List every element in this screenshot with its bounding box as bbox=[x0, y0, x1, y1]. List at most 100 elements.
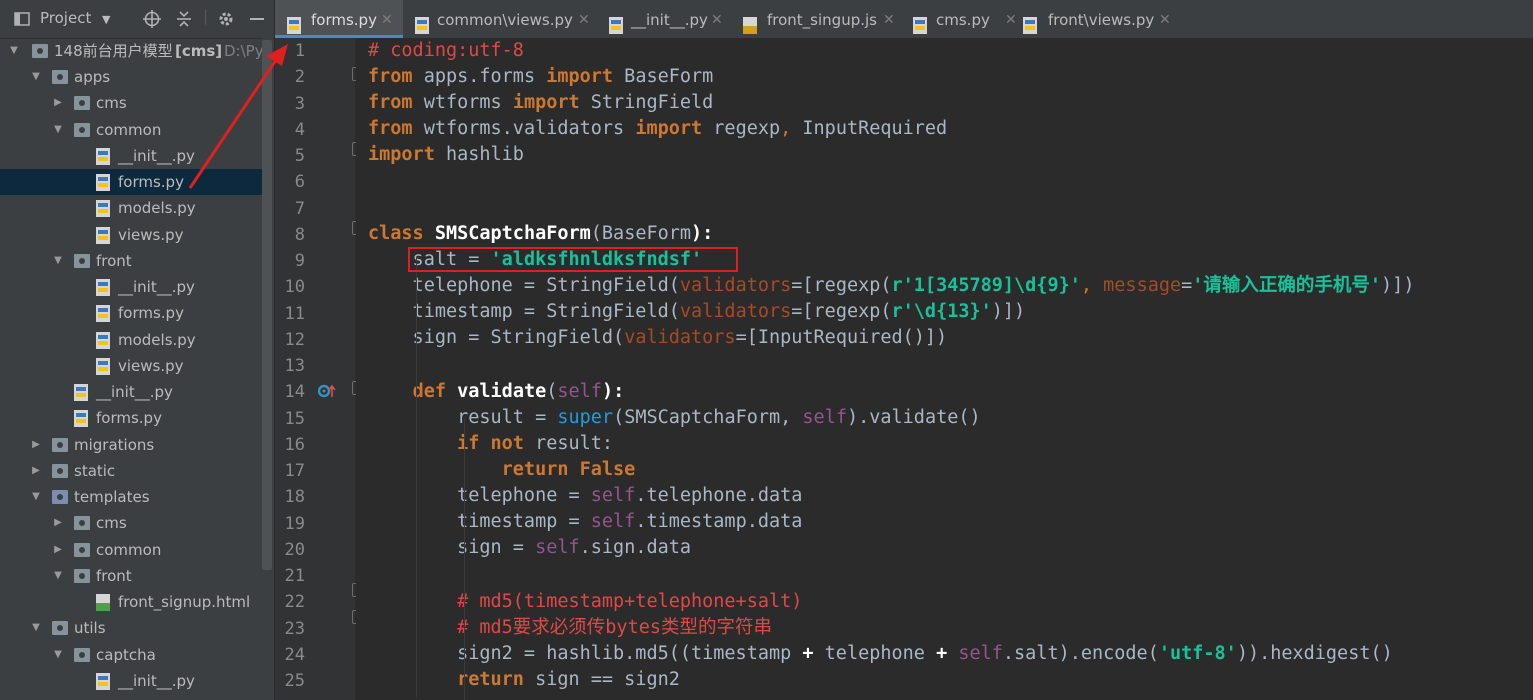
chevron-down-icon[interactable]: ▼ bbox=[102, 13, 110, 26]
code-line-12: sign = StringField(validators=[InputRequ… bbox=[368, 327, 948, 348]
tree-item[interactable]: front_signup.html bbox=[0, 589, 262, 615]
expand-arrow-icon[interactable]: ▼ bbox=[30, 64, 42, 90]
tab-front-singup-js[interactable]: front_singup.js ✕ bbox=[731, 0, 901, 38]
line-number: 18 bbox=[284, 487, 305, 508]
tree-item[interactable]: ▼ front bbox=[0, 563, 262, 589]
tree-item[interactable]: views.py bbox=[0, 353, 262, 379]
collapse-all-icon[interactable] bbox=[176, 10, 192, 32]
tree-item[interactable]: ▼ front bbox=[0, 248, 262, 274]
project-view-title[interactable]: Project bbox=[40, 9, 91, 27]
python-file-icon bbox=[96, 672, 110, 690]
line-number: 19 bbox=[284, 513, 305, 534]
expand-arrow-icon[interactable]: ▼ bbox=[8, 38, 20, 64]
close-icon[interactable]: ✕ bbox=[578, 0, 590, 40]
tab-label: cms.py bbox=[936, 11, 990, 29]
tab-forms-py[interactable]: forms.py ✕ bbox=[275, 0, 403, 38]
folder-icon bbox=[74, 96, 90, 111]
line-number: 22 bbox=[284, 592, 305, 613]
tree-item-label: forms.py bbox=[118, 304, 184, 323]
tree-item[interactable]: models.py bbox=[0, 327, 262, 353]
tree-item[interactable]: ▶ cms bbox=[0, 510, 262, 536]
tree-item-label: common bbox=[96, 120, 162, 139]
code-line-5: import hashlib bbox=[368, 144, 524, 165]
code-line-23: # md5要求必须传bytes类型的字符串 bbox=[368, 617, 772, 638]
expand-arrow-icon[interactable]: ▼ bbox=[52, 642, 64, 668]
tree-item-label: views.py bbox=[118, 225, 184, 244]
collapse-arrow-icon[interactable]: ▶ bbox=[30, 458, 42, 484]
tab-common-views-py[interactable]: common\views.py ✕ bbox=[403, 0, 599, 38]
code-editor[interactable]: # coding:utf-8 from apps.forms import Ba… bbox=[356, 38, 1533, 700]
expand-arrow-icon[interactable]: ▼ bbox=[52, 563, 64, 589]
tree-item-label: templates bbox=[74, 488, 150, 506]
tree-item-label: apps bbox=[74, 68, 111, 86]
code-line-14: def validate(self): bbox=[412, 381, 625, 402]
indent-guide bbox=[464, 418, 465, 700]
tab-label: front_singup.js bbox=[767, 11, 877, 29]
code-line-17: return False bbox=[501, 459, 636, 480]
line-number: 16 bbox=[284, 434, 305, 455]
tab-cms-py[interactable]: cms.py ✕ bbox=[901, 0, 1023, 38]
tree-item-label: __init__.py bbox=[118, 278, 195, 296]
project-view-icon[interactable] bbox=[14, 11, 30, 31]
tab-front-views-py[interactable]: front\views.py ✕ bbox=[1023, 0, 1183, 38]
close-icon[interactable]: ✕ bbox=[1159, 0, 1171, 40]
expand-arrow-icon[interactable]: ▼ bbox=[30, 615, 42, 641]
locate-icon[interactable] bbox=[143, 10, 161, 32]
code-line-22: # md5(timestamp+telephone+salt) bbox=[368, 591, 803, 612]
code-line-1: # coding:utf-8 bbox=[368, 40, 524, 61]
tree-item[interactable]: ▶ migrations bbox=[0, 432, 262, 458]
code-line-11: timestamp = StringField(validators=[rege… bbox=[368, 301, 1026, 322]
tree-item[interactable]: ▶ common bbox=[0, 537, 262, 563]
tree-item[interactable]: __init__.py bbox=[0, 668, 262, 694]
tree-item[interactable]: __init__.py bbox=[0, 379, 262, 405]
tree-item-label: cms bbox=[96, 94, 127, 113]
tree-item[interactable]: __init__.py bbox=[0, 274, 262, 300]
collapse-arrow-icon[interactable]: ▶ bbox=[30, 432, 42, 458]
line-number: 9 bbox=[294, 251, 305, 271]
code-line-3: from wtforms import StringField bbox=[368, 92, 714, 113]
tree-item[interactable]: ▶ static bbox=[0, 458, 262, 484]
python-file-icon bbox=[96, 279, 110, 296]
override-marker-icon[interactable] bbox=[317, 383, 338, 403]
tree-item-label: static bbox=[74, 461, 116, 480]
python-file-icon bbox=[96, 305, 110, 323]
indent-guide bbox=[416, 258, 417, 698]
tree-item[interactable]: ▼ templates bbox=[0, 484, 262, 510]
html-file-icon bbox=[96, 594, 110, 611]
tree-item-label: common bbox=[96, 540, 162, 559]
expand-arrow-icon[interactable]: ▼ bbox=[52, 248, 64, 274]
line-number: 23 bbox=[284, 618, 305, 639]
folder-icon bbox=[32, 44, 48, 58]
tab-init-py[interactable]: __init__.py ✕ bbox=[599, 0, 731, 38]
tree-item-label: front bbox=[96, 566, 132, 585]
root-label: 148前台用户模型 bbox=[54, 42, 173, 60]
collapse-arrow-icon[interactable]: ▶ bbox=[52, 90, 64, 116]
tree-item[interactable]: forms.py bbox=[0, 405, 262, 431]
python-file-icon bbox=[96, 331, 110, 349]
line-number: 17 bbox=[284, 461, 305, 481]
close-icon[interactable]: ✕ bbox=[711, 0, 723, 40]
tree-item[interactable]: ▼ utils bbox=[0, 615, 262, 641]
gear-icon[interactable] bbox=[217, 10, 235, 32]
expand-arrow-icon[interactable]: ▼ bbox=[30, 484, 42, 510]
close-icon[interactable]: ✕ bbox=[1005, 0, 1017, 40]
line-number: 11 bbox=[284, 303, 305, 324]
hide-panel-icon[interactable] bbox=[250, 8, 264, 30]
python-file-icon bbox=[96, 200, 110, 218]
close-icon[interactable]: ✕ bbox=[883, 0, 895, 40]
line-number: 25 bbox=[284, 671, 305, 691]
tree-item-label: models.py bbox=[118, 330, 196, 349]
folder-icon bbox=[52, 463, 68, 478]
tree-item[interactable]: forms.py bbox=[0, 300, 262, 326]
tree-item-label: __init__.py bbox=[118, 671, 195, 690]
tab-label: forms.py bbox=[311, 11, 377, 29]
tree-item[interactable]: views.py bbox=[0, 222, 262, 248]
expand-arrow-icon[interactable]: ▼ bbox=[52, 117, 64, 143]
collapse-arrow-icon[interactable]: ▶ bbox=[52, 510, 64, 536]
folder-icon bbox=[74, 253, 90, 268]
code-line-18: telephone = self.telephone.data bbox=[368, 485, 803, 506]
collapse-arrow-icon[interactable]: ▶ bbox=[52, 537, 64, 563]
close-icon[interactable]: ✕ bbox=[381, 0, 393, 40]
separator: | bbox=[203, 7, 209, 25]
tree-item[interactable]: ▼ captcha bbox=[0, 642, 262, 668]
